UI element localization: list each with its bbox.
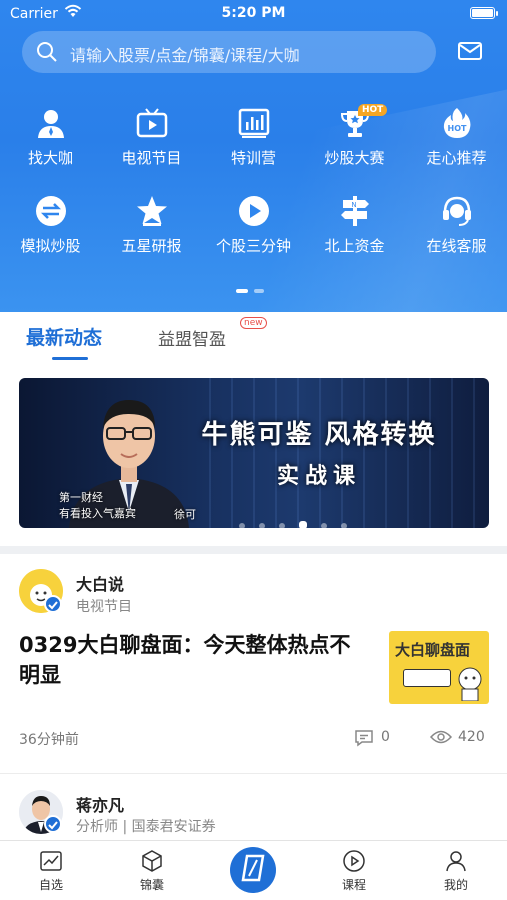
play-icon <box>203 191 304 231</box>
tab-active-indicator <box>52 357 88 360</box>
banner-dot <box>279 523 285 528</box>
post-category: 分析师 | 国泰君安证券 <box>76 819 216 835</box>
hot-flame-icon: HOT <box>406 103 507 143</box>
banner-dot-active <box>299 521 307 528</box>
exchange-icon <box>0 191 101 231</box>
grid-item-support[interactable]: 在线客服 <box>406 191 507 256</box>
star-icon <box>101 191 202 231</box>
comment-count: 0 <box>381 729 390 745</box>
hot-flame-text: HOT <box>447 124 466 133</box>
grid-item-simulate[interactable]: 模拟炒股 <box>0 191 101 256</box>
tab-label: 我的 <box>443 878 468 892</box>
person-icon <box>0 103 101 143</box>
comment-icon[interactable] <box>354 729 374 751</box>
trend-chart-icon <box>11 849 91 873</box>
play-circle-icon <box>314 849 394 873</box>
tab-latest[interactable]: 最新动态 <box>26 323 102 350</box>
post-time: 36分钟前 <box>19 732 79 748</box>
tab-label: 课程 <box>341 878 366 892</box>
grid-item-research[interactable]: 五星研报 <box>101 191 202 256</box>
center-logo-button[interactable] <box>230 847 276 893</box>
thumbnail-text: 大白聊盘面 <box>395 641 471 659</box>
hot-badge: HOT <box>358 104 388 116</box>
signpost-icon: N <box>304 191 405 231</box>
bottom-tab-bar: 自选 锦囊 课程 我的 <box>0 840 507 900</box>
grid-label: 炒股大赛 <box>324 149 385 167</box>
section-divider <box>0 546 507 554</box>
page-dot <box>254 289 264 293</box>
banner-caption-line2: 有看投入气嘉宾 <box>59 507 136 520</box>
post-title[interactable]: 0329大白聊盘面：今天整体热点不明显 <box>19 630 369 690</box>
promo-banner[interactable]: 牛熊可鉴 风格转换 实战课 第一财经 有看投入气嘉宾 徐可 <box>19 378 489 528</box>
verified-badge-icon <box>44 815 62 833</box>
banner-subtitle: 实战课 <box>276 464 361 489</box>
banner-caption: 第一财经 有看投入气嘉宾 <box>59 490 136 522</box>
page-dot-active <box>236 289 248 293</box>
banner-caption-line1: 第一财经 <box>59 491 103 504</box>
status-bar: Carrier 5:20 PM <box>0 0 507 28</box>
post-separator <box>0 773 507 774</box>
tab-courses[interactable]: 课程 <box>314 849 394 893</box>
battery-icon <box>470 7 498 19</box>
tab-mine[interactable]: 我的 <box>416 849 496 893</box>
banner-title: 牛熊可鉴 风格转换 <box>201 420 437 450</box>
content-tabs: 最新动态 益盟智盈 new <box>0 312 507 366</box>
search-icon <box>36 41 58 67</box>
header-hero: Carrier 5:20 PM 请输入股票/点金/锦囊/课程/大咖 找大咖 电视… <box>0 0 507 312</box>
grid-label: 特训营 <box>230 149 276 167</box>
cube-icon <box>112 849 192 873</box>
new-badge: new <box>240 317 267 329</box>
grid-item-contest[interactable]: HOT 炒股大赛 <box>304 103 405 168</box>
grid-label: 电视节目 <box>121 149 182 167</box>
tab-label: 锦囊 <box>139 878 164 892</box>
grid-item-recommend[interactable]: HOT 走心推荐 <box>406 103 507 168</box>
post-thumbnail[interactable]: 大白聊盘面 <box>389 631 489 704</box>
svg-text:N: N <box>351 201 356 209</box>
grid-label: 在线客服 <box>426 237 487 255</box>
grid-label: 找大咖 <box>27 149 73 167</box>
grid-label: 北上资金 <box>324 237 385 255</box>
banner-dot <box>259 523 265 528</box>
post-category: 电视节目 <box>76 599 132 615</box>
tab-label: 自选 <box>38 878 63 892</box>
grid-item-northbound[interactable]: N 北上资金 <box>304 191 405 256</box>
chart-board-icon <box>203 103 304 143</box>
tab-tips[interactable]: 锦囊 <box>112 849 192 893</box>
clock: 5:20 PM <box>221 5 286 21</box>
verified-badge-icon <box>44 595 62 613</box>
grid-label: 模拟炒股 <box>20 237 81 255</box>
banner-background <box>209 378 489 528</box>
page-indicator <box>236 278 270 297</box>
post-author[interactable]: 大白说 <box>76 571 124 595</box>
banner-caption-name: 徐可 <box>174 508 196 521</box>
banner-dot <box>321 523 327 528</box>
grid-label: 五星研报 <box>121 237 182 255</box>
tv-icon <box>101 103 202 143</box>
banner-page-indicator <box>239 514 361 528</box>
grid-label: 个股三分钟 <box>215 237 291 255</box>
tab-watchlist[interactable]: 自选 <box>11 849 91 893</box>
banner-dot <box>341 523 347 528</box>
grid-item-training[interactable]: 特训营 <box>203 103 304 168</box>
search-bar[interactable]: 请输入股票/点金/锦囊/课程/大咖 <box>22 31 436 73</box>
eye-icon <box>429 729 453 749</box>
headset-icon <box>406 191 507 231</box>
grid-label: 走心推荐 <box>426 149 487 167</box>
grid-item-find-expert[interactable]: 找大咖 <box>0 103 101 168</box>
banner-dot <box>239 523 245 528</box>
search-placeholder: 请输入股票/点金/锦囊/课程/大咖 <box>70 46 300 65</box>
post-author[interactable]: 蒋亦凡 <box>76 792 124 816</box>
thumbnail-mascot <box>458 667 482 701</box>
grid-item-three-min[interactable]: 个股三分钟 <box>203 191 304 256</box>
grid-item-tv[interactable]: 电视节目 <box>101 103 202 168</box>
view-count: 420 <box>458 729 485 745</box>
trophy-icon: HOT <box>304 103 405 143</box>
center-logo-icon <box>240 854 266 886</box>
mail-icon[interactable] <box>458 41 482 65</box>
thumbnail-sign <box>403 669 451 687</box>
user-icon <box>416 849 496 873</box>
tab-yimeng[interactable]: 益盟智盈 <box>158 325 226 350</box>
